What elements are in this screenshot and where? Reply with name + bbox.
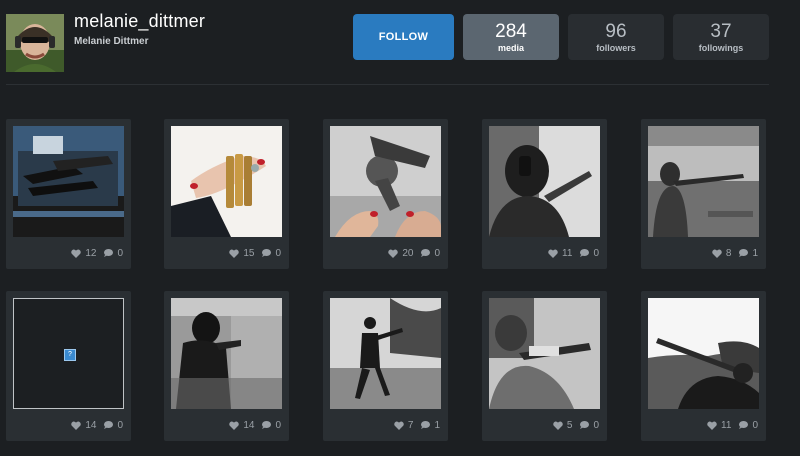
post-photo-placeholder[interactable]: ?: [13, 298, 124, 409]
post-photo[interactable]: [489, 126, 600, 237]
avatar[interactable]: [6, 14, 64, 72]
post-card[interactable]: 8 1: [641, 119, 766, 269]
like-count: 5: [566, 419, 573, 431]
post-stats: 12 0: [71, 246, 123, 260]
post-card[interactable]: 20 0: [323, 119, 448, 269]
heart-icon[interactable]: [394, 421, 404, 430]
comment-count: 0: [752, 419, 758, 431]
post-stats: 14 0: [229, 418, 281, 432]
comment-bubble-icon[interactable]: [421, 249, 431, 257]
heart-icon[interactable]: [229, 421, 240, 430]
comment-bubble-icon[interactable]: [262, 249, 272, 257]
post-card[interactable]: ? 14 0: [6, 291, 131, 441]
header-divider: [6, 84, 769, 85]
post-stats: 14 0: [71, 418, 123, 432]
like-count: 11: [562, 247, 573, 259]
post-card[interactable]: 11 0: [641, 291, 766, 441]
post-photo[interactable]: [330, 298, 441, 409]
post-stats: 7 1: [394, 418, 440, 432]
heart-icon[interactable]: [548, 249, 558, 258]
like-count: 20: [402, 247, 414, 259]
comment-count: 0: [117, 247, 123, 259]
post-stats: 8 1: [712, 246, 758, 260]
post-stats: 20 0: [388, 246, 440, 260]
media-label: media: [497, 42, 524, 53]
like-count: 14: [85, 419, 97, 431]
comment-bubble-icon[interactable]: [262, 421, 272, 429]
followings-count: 37: [710, 20, 732, 42]
comment-count: 1: [434, 419, 440, 431]
followings-label: followings: [698, 42, 744, 53]
post-stats: 11 0: [707, 418, 758, 432]
media-stat[interactable]: 284 media: [463, 14, 559, 60]
comment-bubble-icon[interactable]: [580, 421, 590, 429]
like-count: 14: [243, 419, 255, 431]
comment-bubble-icon[interactable]: [739, 249, 749, 257]
like-count: 12: [85, 247, 97, 259]
follow-button[interactable]: FOLLOW: [353, 14, 454, 60]
heart-icon[interactable]: [71, 421, 82, 430]
comment-bubble-icon[interactable]: [104, 421, 114, 429]
followers-count: 96: [605, 20, 627, 42]
heart-icon[interactable]: [229, 249, 240, 258]
like-count: 8: [725, 247, 732, 259]
media-count: 284: [495, 20, 527, 42]
comment-bubble-icon[interactable]: [580, 249, 590, 257]
heart-icon[interactable]: [712, 249, 722, 258]
post-card[interactable]: 5 0: [482, 291, 607, 441]
post-photo[interactable]: [171, 298, 282, 409]
comment-count: 1: [752, 247, 758, 259]
post-card[interactable]: 11 0: [482, 119, 607, 269]
heart-icon[interactable]: [388, 249, 399, 258]
full-name: Melanie Dittmer: [74, 36, 149, 47]
post-photo[interactable]: [171, 126, 282, 237]
username: melanie_dittmer: [74, 11, 206, 31]
post-stats: 15 0: [229, 246, 281, 260]
comment-count: 0: [275, 419, 281, 431]
broken-image-icon: ?: [64, 349, 76, 361]
comment-count: 0: [117, 419, 123, 431]
like-count: 7: [407, 419, 414, 431]
comment-count: 0: [275, 247, 281, 259]
like-count: 11: [721, 419, 732, 431]
post-photo[interactable]: [489, 298, 600, 409]
post-photo[interactable]: [330, 126, 441, 237]
post-photo[interactable]: [648, 298, 759, 409]
post-stats: 5 0: [553, 418, 599, 432]
comment-count: 0: [434, 247, 440, 259]
followers-stat[interactable]: 96 followers: [568, 14, 664, 60]
heart-icon[interactable]: [71, 249, 82, 258]
post-card[interactable]: 12 0: [6, 119, 131, 269]
followings-stat[interactable]: 37 followings: [673, 14, 769, 60]
post-photo[interactable]: [13, 126, 124, 237]
post-card[interactable]: 7 1: [323, 291, 448, 441]
post-card[interactable]: 15 0: [164, 119, 289, 269]
comment-count: 0: [593, 419, 599, 431]
heart-icon[interactable]: [707, 421, 717, 430]
post-stats: 11 0: [548, 246, 599, 260]
comment-bubble-icon[interactable]: [104, 249, 114, 257]
comment-bubble-icon[interactable]: [421, 421, 431, 429]
post-photo[interactable]: [648, 126, 759, 237]
profile-header: melanie_dittmer Melanie Dittmer FOLLOW 2…: [0, 0, 800, 85]
followers-label: followers: [596, 42, 636, 53]
comment-bubble-icon[interactable]: [739, 421, 749, 429]
post-card[interactable]: 14 0: [164, 291, 289, 441]
comment-count: 0: [593, 247, 599, 259]
like-count: 15: [243, 247, 255, 259]
heart-icon[interactable]: [553, 421, 563, 430]
